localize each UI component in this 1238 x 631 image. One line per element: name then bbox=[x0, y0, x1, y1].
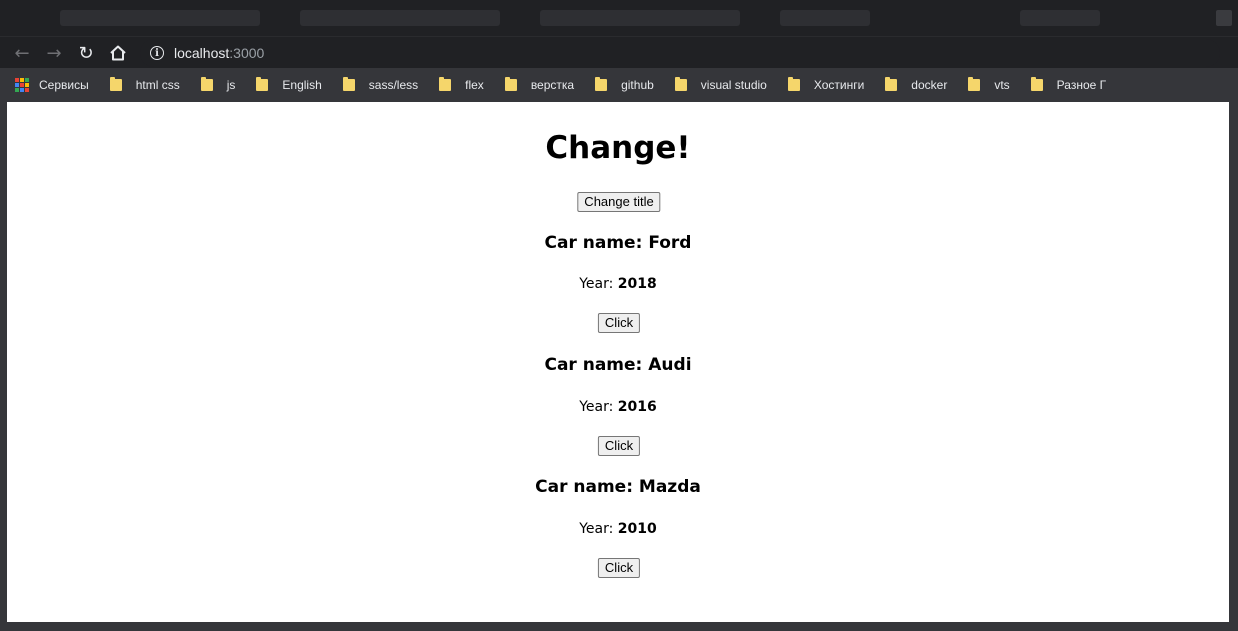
car-name: Car name: Mazda bbox=[7, 477, 1229, 497]
car-name-value: Mazda bbox=[638, 477, 701, 497]
info-icon[interactable]: i bbox=[150, 46, 164, 60]
bookmark-label: верстка bbox=[530, 78, 575, 92]
car-name-prefix: Car name: bbox=[535, 477, 639, 497]
car-name-value: Audi bbox=[648, 355, 692, 375]
back-button[interactable]: ← bbox=[10, 41, 34, 65]
arrow-right-icon: → bbox=[46, 42, 62, 64]
arrow-left-icon: ← bbox=[14, 42, 30, 64]
car-year-label: Year: bbox=[579, 399, 618, 415]
bookmark-folder[interactable]: docker bbox=[877, 73, 955, 97]
car-year-label: Year: bbox=[579, 521, 618, 537]
folder-icon bbox=[256, 77, 269, 91]
url-host: localhost bbox=[174, 45, 230, 61]
folder-icon bbox=[504, 77, 517, 91]
home-icon bbox=[110, 45, 126, 61]
car-name: Car name: Ford bbox=[7, 233, 1229, 253]
bookmark-apps[interactable]: Сервисы bbox=[0, 73, 97, 97]
car-name-prefix: Car name: bbox=[544, 233, 649, 253]
window-control[interactable] bbox=[1216, 10, 1232, 26]
car-year-label: Year: bbox=[579, 276, 618, 292]
change-title-button[interactable]: Change title bbox=[577, 192, 661, 212]
url-text: localhost:3000 bbox=[174, 45, 264, 61]
address-bar[interactable]: i localhost:3000 bbox=[140, 39, 1220, 67]
folder-icon bbox=[200, 77, 213, 91]
bookmark-label: Хостинги bbox=[813, 78, 865, 92]
car-name-value: Ford bbox=[648, 233, 692, 253]
car-year: Year: 2016 bbox=[7, 399, 1229, 415]
folder-icon bbox=[674, 77, 687, 91]
apps-grid-icon bbox=[15, 78, 29, 92]
bookmark-label: html css bbox=[135, 78, 180, 92]
url-port: :3000 bbox=[229, 45, 265, 61]
folder-icon bbox=[968, 77, 981, 91]
folder-icon bbox=[109, 77, 122, 91]
bookmark-folder[interactable]: sass/less bbox=[335, 73, 426, 97]
bookmark-label: vts bbox=[994, 78, 1010, 92]
folder-icon bbox=[1030, 77, 1043, 91]
bookmark-folder[interactable]: github bbox=[587, 73, 662, 97]
bookmark-folder[interactable]: English bbox=[248, 73, 329, 97]
bookmark-label: English bbox=[282, 78, 322, 92]
bookmarks-bar: Сервисы html css js English sass/less fl… bbox=[0, 68, 1238, 102]
tab[interactable] bbox=[1020, 10, 1100, 26]
bookmark-folder[interactable]: Хостинги bbox=[780, 73, 872, 97]
bookmark-folder[interactable]: flex bbox=[431, 73, 492, 97]
car-click-button[interactable]: Click bbox=[597, 436, 641, 456]
bookmark-folder[interactable]: верстка bbox=[497, 73, 582, 97]
page-title: Change! bbox=[545, 130, 691, 166]
home-button[interactable] bbox=[106, 41, 130, 65]
tab[interactable] bbox=[540, 10, 740, 26]
bookmark-label: js bbox=[226, 78, 236, 92]
car-year-value: 2018 bbox=[617, 276, 657, 292]
folder-icon bbox=[595, 77, 608, 91]
car-year-value: 2010 bbox=[617, 521, 657, 537]
tab[interactable] bbox=[300, 10, 500, 26]
car-year: Year: 2018 bbox=[7, 276, 1229, 292]
bookmark-folder[interactable]: js bbox=[193, 73, 244, 97]
bookmark-label: docker bbox=[911, 78, 948, 92]
car-year: Year: 2010 bbox=[7, 521, 1229, 537]
bookmark-label: Сервисы bbox=[39, 78, 89, 92]
reload-icon: ↻ bbox=[78, 42, 94, 64]
page-viewport: Change! Change title Car name: Ford Year… bbox=[7, 102, 1229, 622]
folder-icon bbox=[439, 77, 452, 91]
bookmark-folder[interactable]: visual studio bbox=[667, 73, 775, 97]
bookmark-folder[interactable]: html css bbox=[102, 73, 188, 97]
tab-strip bbox=[0, 0, 1238, 36]
car-name-prefix: Car name: bbox=[544, 355, 649, 375]
car-name: Car name: Audi bbox=[7, 355, 1229, 375]
tab[interactable] bbox=[60, 10, 260, 26]
car-year-value: 2016 bbox=[617, 399, 657, 415]
reload-button[interactable]: ↻ bbox=[74, 41, 98, 65]
car-click-button[interactable]: Click bbox=[597, 558, 641, 578]
folder-icon bbox=[885, 77, 898, 91]
forward-button[interactable]: → bbox=[42, 41, 66, 65]
car-click-button[interactable]: Click bbox=[597, 313, 641, 333]
bookmark-folder[interactable]: Разное Г bbox=[1023, 73, 1114, 97]
browser-toolbar: ← → ↻ i localhost:3000 bbox=[0, 36, 1238, 69]
bookmark-folder[interactable]: vts bbox=[960, 73, 1017, 97]
bookmark-label: github bbox=[621, 78, 654, 92]
folder-icon bbox=[342, 77, 355, 91]
bookmark-label: visual studio bbox=[700, 78, 767, 92]
bookmark-label: Разное Г bbox=[1056, 78, 1107, 92]
bookmark-label: sass/less bbox=[368, 78, 419, 92]
tab[interactable] bbox=[780, 10, 870, 26]
bookmark-label: flex bbox=[465, 78, 484, 92]
folder-icon bbox=[787, 77, 800, 91]
